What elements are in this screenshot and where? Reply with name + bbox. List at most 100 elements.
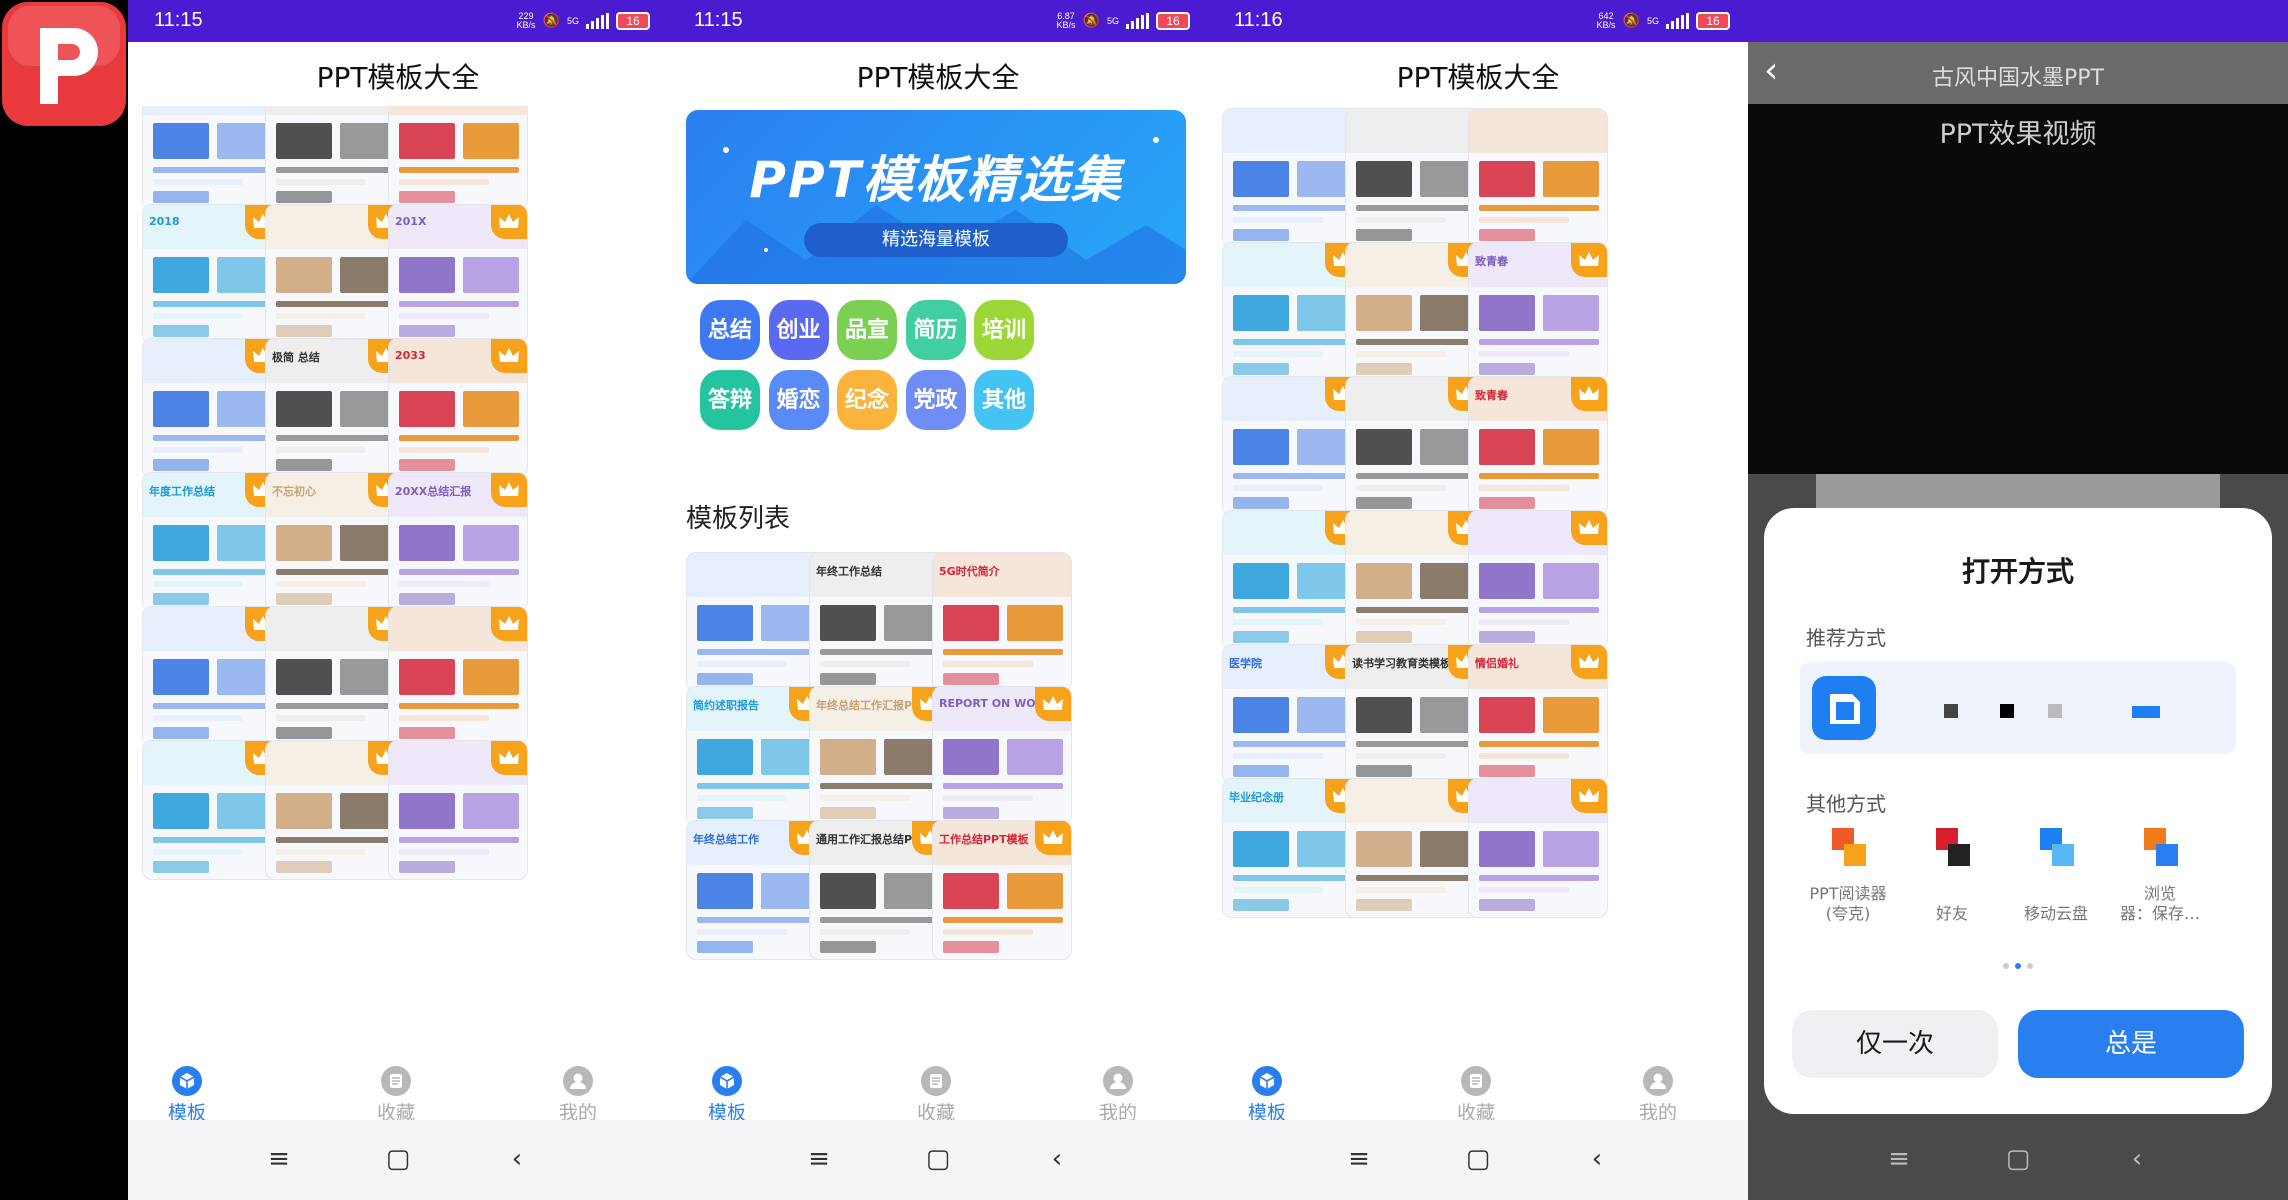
- back-icon[interactable]: ‹: [1580, 1144, 1614, 1178]
- home-icon[interactable]: ▢: [1461, 1144, 1495, 1178]
- video-area[interactable]: PPT效果视频: [1748, 104, 2288, 474]
- template-card[interactable]: 20XX总结汇报商务通用简…: [388, 472, 528, 650]
- favorites-icon: [381, 1066, 411, 1096]
- template-card[interactable]: [1345, 778, 1485, 918]
- app-name: 移动云盘: [2023, 904, 2088, 923]
- category-2[interactable]: 品宣: [837, 300, 897, 360]
- home-content[interactable]: PPT模板精选集 精选海量模板 总结 创业 品宣 简历 培训 答辩 婚恋 纪念 党政 其他 模板列…: [668, 106, 1208, 1056]
- template-card[interactable]: 毕业纪念册: [1222, 778, 1362, 918]
- category-9[interactable]: 其他: [974, 370, 1034, 430]
- user-icon: [1643, 1066, 1673, 1096]
- template-card[interactable]: 手绘风教学…: [1222, 242, 1362, 420]
- recommended-app[interactable]: [1800, 662, 2236, 754]
- nav-templates[interactable]: 模板: [1222, 1066, 1312, 1125]
- template-thumbnail: 毕业纪念册: [1222, 778, 1362, 918]
- menu-icon[interactable]: ≡: [1342, 1144, 1376, 1178]
- nav-mine[interactable]: 我的: [1613, 1066, 1703, 1125]
- back-icon[interactable]: ‹: [500, 1144, 534, 1178]
- template-card[interactable]: 简约卡通创…: [388, 606, 528, 784]
- template-card[interactable]: 年终总结工作: [686, 820, 826, 960]
- template-card[interactable]: 年终总结工作汇报PPT模板金色项目展…: [809, 686, 949, 864]
- template-card[interactable]: 清新简约商…: [686, 552, 826, 730]
- template-card[interactable]: 2033时尚前卫风…: [388, 338, 528, 516]
- once-button[interactable]: 仅一次: [1792, 1010, 1998, 1078]
- template-card[interactable]: 年度工作总结大气蓝色工…: [142, 472, 282, 650]
- template-card[interactable]: 蓝色年终总…: [388, 106, 528, 248]
- template-card[interactable]: 医学院稳重实用医…: [1222, 644, 1362, 822]
- template-card[interactable]: 工作总结PPT模板: [932, 820, 1072, 960]
- template-card[interactable]: [142, 740, 282, 880]
- template-thumbnail: 2018: [142, 204, 282, 344]
- template-card[interactable]: 不忘初心商务风年终…: [265, 472, 405, 650]
- template-card[interactable]: 清新极简风…: [1222, 510, 1362, 688]
- category-3[interactable]: 简历: [905, 300, 966, 360]
- banner-subtitle: 精选海量模板: [804, 223, 1068, 257]
- always-button[interactable]: 总是: [2018, 1010, 2244, 1078]
- template-card[interactable]: 粉粉卡哇伊…: [142, 606, 282, 784]
- other-app-2[interactable]: 移动云盘: [2008, 824, 2104, 934]
- network-type: 5G: [1646, 15, 1659, 26]
- template-card[interactable]: 手绘中国风…: [1345, 510, 1485, 688]
- template-card[interactable]: 古风中国水…: [265, 606, 405, 784]
- nav-favorites[interactable]: 收藏: [1431, 1066, 1521, 1125]
- template-card[interactable]: 黑白艺术简…: [1345, 108, 1485, 286]
- menu-icon[interactable]: ≡: [1882, 1144, 1916, 1178]
- menu-icon[interactable]: ≡: [262, 1144, 296, 1178]
- home-icon[interactable]: ▢: [2001, 1144, 2035, 1178]
- thumbnail-text: 工作总结PPT模板: [939, 833, 1029, 846]
- back-icon[interactable]: ‹: [2120, 1144, 2154, 1178]
- template-thumbnail: 读书学习教育类模板: [1345, 644, 1485, 784]
- other-app-0[interactable]: PPT阅读器 (夸克): [1800, 824, 1896, 934]
- menu-icon[interactable]: ≡: [802, 1144, 836, 1178]
- template-thumbnail: [265, 606, 405, 746]
- home-icon[interactable]: ▢: [381, 1144, 415, 1178]
- category-1[interactable]: 创业: [768, 300, 829, 360]
- banner[interactable]: PPT模板精选集 精选海量模板: [686, 110, 1186, 284]
- template-card[interactable]: 情侣婚礼结婚求婚纪…: [1468, 644, 1608, 822]
- template-card[interactable]: 201X简约大气工…: [388, 204, 528, 382]
- nav-templates[interactable]: 模板: [682, 1066, 772, 1125]
- home-icon[interactable]: ▢: [921, 1144, 955, 1178]
- template-card[interactable]: [388, 740, 528, 880]
- dialog-title: 打开方式: [1961, 555, 2074, 588]
- template-card[interactable]: 跨越年终工…: [142, 106, 282, 248]
- category-7[interactable]: 纪念: [837, 370, 897, 430]
- template-card[interactable]: 读书学习教育类模板清新读书学…: [1345, 644, 1485, 822]
- template-card[interactable]: 蓝色微立体…: [265, 106, 405, 248]
- template-card[interactable]: 极简 总结极简拼色年…: [265, 338, 405, 516]
- template-card[interactable]: 中国风素颜…: [1345, 242, 1485, 420]
- template-card[interactable]: 致青春致青春毕业…: [1468, 242, 1608, 420]
- favorites-icon: [921, 1066, 951, 1096]
- template-card[interactable]: 淡雅小清新…: [1468, 510, 1608, 688]
- category-4[interactable]: 培训: [974, 300, 1034, 360]
- template-card[interactable]: 红色党政风…: [1345, 376, 1485, 554]
- template-card[interactable]: [1468, 778, 1608, 918]
- template-card[interactable]: 5G时代简介5G时代简介…: [932, 552, 1072, 730]
- template-card[interactable]: 大学生职业…: [1222, 108, 1362, 286]
- category-6[interactable]: 婚恋: [768, 370, 829, 430]
- category-5[interactable]: 答辩: [700, 370, 760, 430]
- template-card[interactable]: 精美中国风…: [265, 204, 405, 382]
- nav-templates[interactable]: 模板: [142, 1066, 232, 1125]
- template-card[interactable]: 2018蓝色大气企…: [142, 204, 282, 382]
- category-8[interactable]: 党政: [905, 370, 966, 430]
- template-card[interactable]: 年终工作总结2018蓝色渐…: [809, 552, 949, 730]
- template-card[interactable]: 蓝色简约风…: [1222, 376, 1362, 554]
- template-card[interactable]: 致青春致青春小清…: [1468, 376, 1608, 554]
- template-grid[interactable]: 大学生职业…黑白艺术简…小清新双色… 手绘风教学…中国风素颜…致青春致青春毕业… 蓝…: [1208, 106, 1748, 1056]
- nav-mine[interactable]: 我的: [533, 1066, 623, 1125]
- template-card[interactable]: 通用工作汇报总结PPT: [809, 820, 949, 960]
- template-card[interactable]: 简约述职报告黄色简约述…: [686, 686, 826, 864]
- nav-favorites[interactable]: 收藏: [351, 1066, 441, 1125]
- template-card[interactable]: [265, 740, 405, 880]
- other-app-1[interactable]: 好友: [1904, 824, 2000, 934]
- template-card[interactable]: 小清新双色…: [1468, 108, 1608, 286]
- other-app-3[interactable]: 浏览 器：保存…: [2112, 824, 2208, 934]
- template-grid[interactable]: 跨越年终工…蓝色微立体…蓝色年终总… 2018蓝色大气企…精美中国风…201X简约…: [128, 106, 668, 1056]
- back-icon[interactable]: ‹: [1040, 1144, 1074, 1178]
- template-card[interactable]: 简洁大气中…: [142, 338, 282, 516]
- nav-favorites[interactable]: 收藏: [891, 1066, 981, 1125]
- category-0[interactable]: 总结: [700, 300, 760, 360]
- nav-mine[interactable]: 我的: [1073, 1066, 1163, 1125]
- template-card[interactable]: REPORT ON WORK述职报告工…: [932, 686, 1072, 864]
